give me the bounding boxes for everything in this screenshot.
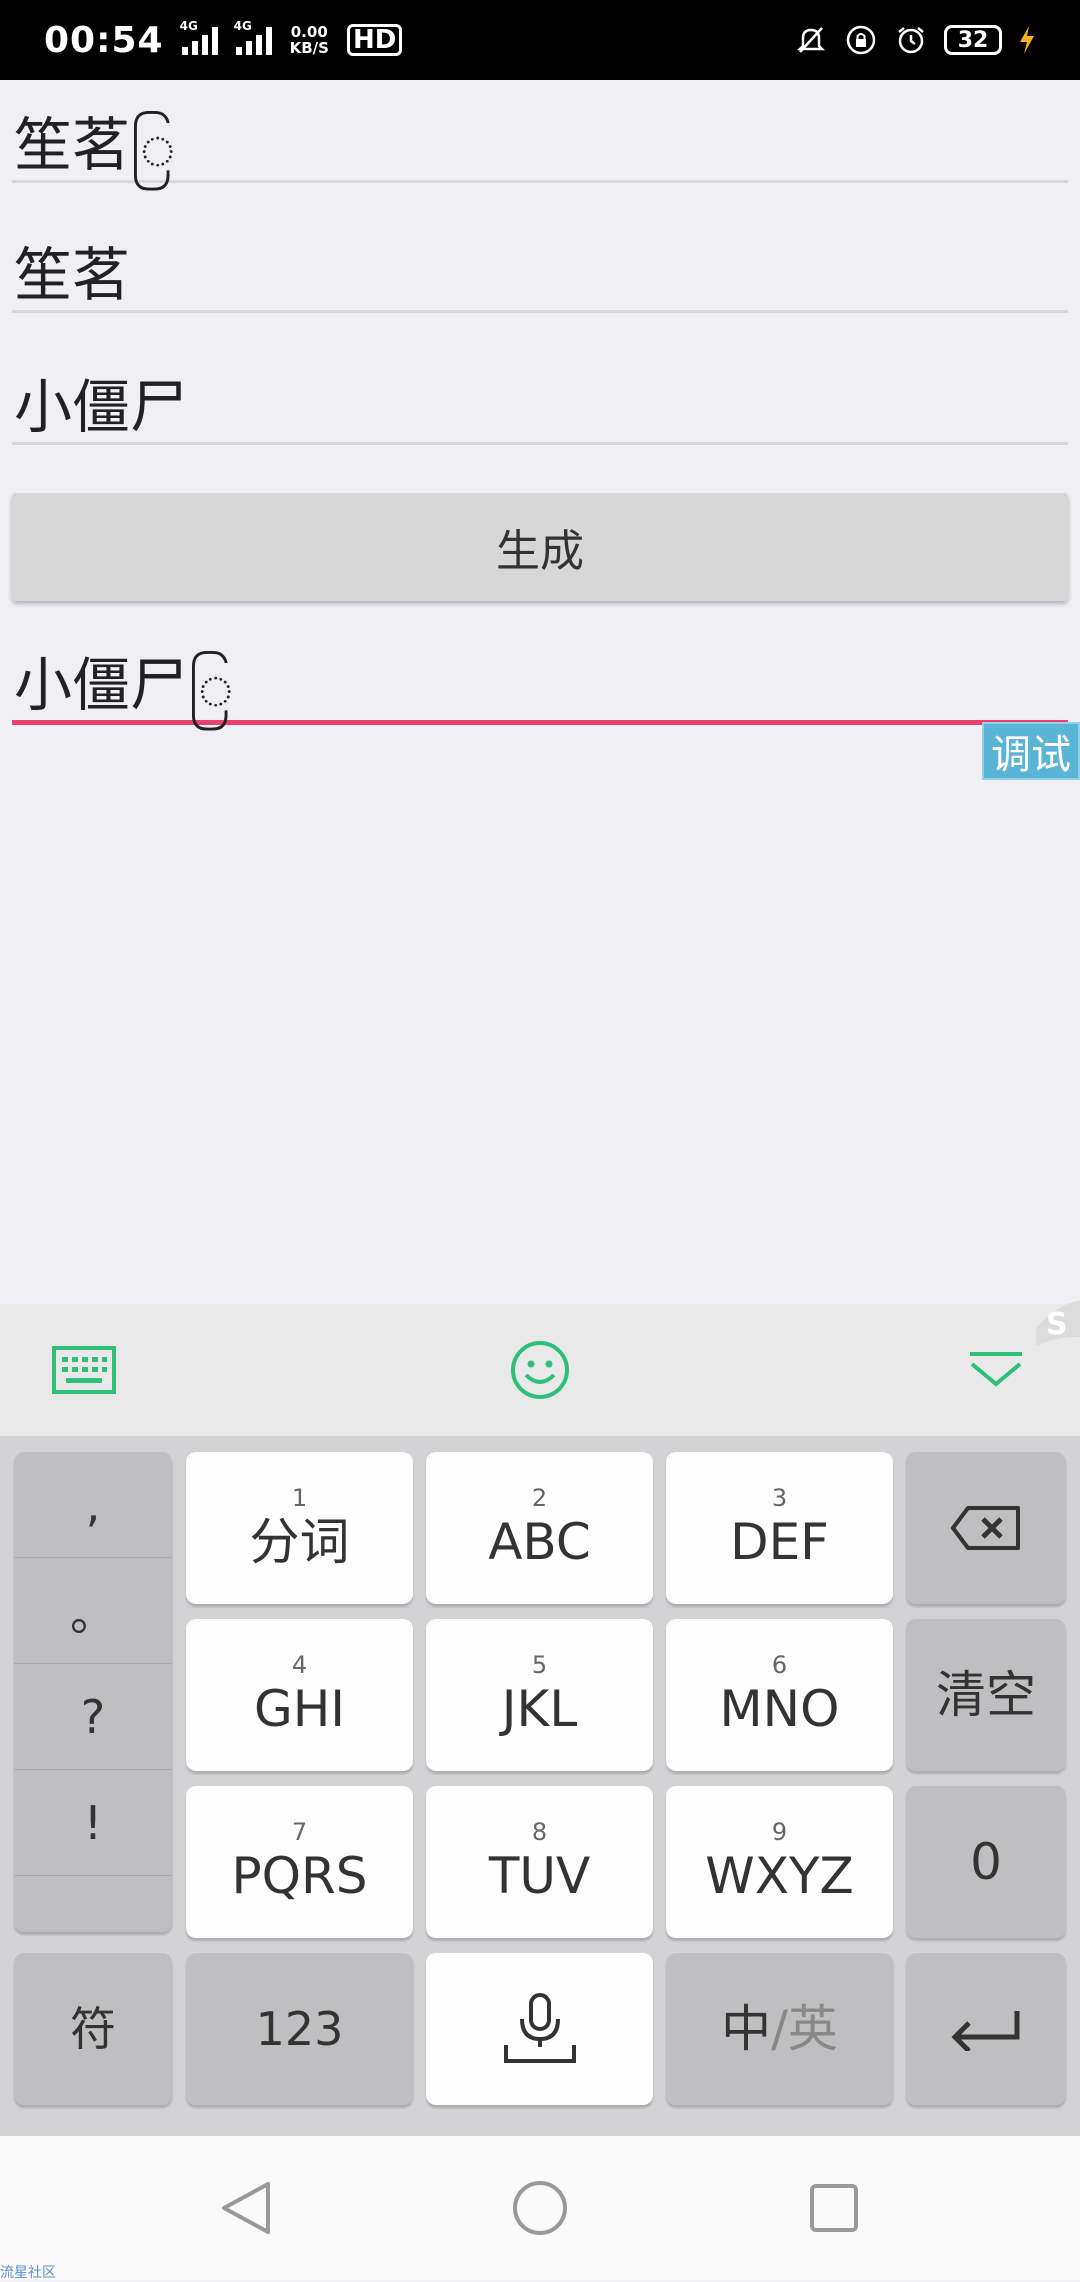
punct-question[interactable]: ? bbox=[14, 1664, 172, 1770]
nav-home-icon[interactable] bbox=[504, 2172, 576, 2244]
input-field-1[interactable]: 笙茗ြ bbox=[12, 110, 1068, 183]
status-left: 00:54 4G 4G 0.00 KB/S HD bbox=[44, 19, 403, 61]
input-field-3[interactable]: 小僵尸 bbox=[12, 372, 1068, 445]
key-5-num: 5 bbox=[531, 1651, 548, 1679]
status-bar: 00:54 4G 4G 0.00 KB/S HD 32 bbox=[0, 0, 1080, 80]
debug-badge[interactable]: 调试 bbox=[982, 722, 1080, 780]
key-6[interactable]: 6 MNO bbox=[666, 1619, 893, 1771]
signal-icon-2: 4G bbox=[234, 19, 272, 55]
key-8-label: TUV bbox=[488, 1847, 591, 1905]
key-1-label: 分词 bbox=[249, 1513, 350, 1571]
key-8[interactable]: 8 TUV bbox=[426, 1786, 653, 1938]
sogou-logo-icon: S bbox=[1032, 1294, 1080, 1348]
key-4-num: 4 bbox=[291, 1651, 308, 1679]
clear-label: 清空 bbox=[936, 1666, 1036, 1724]
speed-value: 0.00 bbox=[290, 23, 328, 41]
key-2-num: 2 bbox=[531, 1484, 548, 1512]
key-3-num: 3 bbox=[771, 1484, 788, 1512]
speed-unit: KB/S bbox=[289, 39, 329, 57]
key-4-label: GHI bbox=[253, 1680, 346, 1738]
key-6-label: MNO bbox=[719, 1680, 840, 1738]
key-5[interactable]: 5 JKL bbox=[426, 1619, 653, 1771]
battery-icon: 32 bbox=[944, 25, 1002, 55]
alarm-icon bbox=[894, 23, 928, 57]
output-field[interactable]: 小僵尸ြ bbox=[12, 650, 1068, 725]
key-6-num: 6 bbox=[771, 1651, 788, 1679]
status-right: 32 bbox=[794, 23, 1036, 57]
key-7[interactable]: 7 PQRS bbox=[186, 1786, 413, 1938]
punct-exclaim[interactable]: ! bbox=[14, 1770, 172, 1876]
input-field-2[interactable]: 笙茗 bbox=[12, 240, 1068, 313]
status-time: 00:54 bbox=[44, 19, 164, 61]
generate-button[interactable]: 生成 bbox=[12, 493, 1068, 601]
key-2-label: ABC bbox=[488, 1513, 591, 1571]
signal-icon-1: 4G bbox=[180, 19, 218, 55]
key-2[interactable]: 2 ABC bbox=[426, 1452, 653, 1604]
key-7-num: 7 bbox=[291, 1818, 308, 1846]
lang-zh: 中 bbox=[721, 2000, 772, 2058]
rotation-lock-icon bbox=[844, 23, 878, 57]
number-switch-label: 123 bbox=[255, 2002, 344, 2056]
key-9[interactable]: 9 WXYZ bbox=[666, 1786, 893, 1938]
bell-off-icon bbox=[794, 23, 828, 57]
key-8-num: 8 bbox=[531, 1818, 548, 1846]
language-switch-label: 中/英 bbox=[721, 1999, 838, 2059]
key-0-label: 0 bbox=[970, 1833, 1002, 1891]
net-label-1: 4G bbox=[179, 19, 198, 33]
main-content: 笙茗ြ 笙茗 小僵尸 生成 小僵尸ြ bbox=[0, 80, 1080, 1304]
punctuation-column[interactable]: , 。 ? ! bbox=[14, 1452, 172, 1932]
net-label-2: 4G bbox=[233, 19, 252, 33]
punct-comma[interactable]: , bbox=[14, 1452, 172, 1558]
key-1-num: 1 bbox=[291, 1484, 308, 1512]
lang-en: 英 bbox=[787, 2000, 838, 2058]
hd-badge: HD bbox=[346, 24, 403, 56]
enter-button[interactable] bbox=[906, 1953, 1066, 2105]
charging-icon bbox=[1018, 23, 1036, 57]
watermark-text: 流星社区 bbox=[0, 2265, 56, 2281]
key-3[interactable]: 3 DEF bbox=[666, 1452, 893, 1604]
keyboard-toolbar: S bbox=[0, 1300, 1080, 1436]
backspace-button[interactable] bbox=[906, 1452, 1066, 1604]
key-0[interactable]: 0 bbox=[906, 1786, 1066, 1938]
backspace-icon bbox=[951, 1506, 1020, 1550]
symbols-button[interactable]: 符 bbox=[14, 1953, 172, 2105]
key-1[interactable]: 1 分词 bbox=[186, 1452, 413, 1604]
number-switch-button[interactable]: 123 bbox=[186, 1953, 413, 2105]
symbols-label: 符 bbox=[70, 2002, 116, 2056]
nav-back-icon[interactable] bbox=[210, 2172, 282, 2244]
language-switch-button[interactable]: 中/英 bbox=[666, 1953, 893, 2105]
navigation-bar bbox=[0, 2136, 1080, 2280]
t9-keyboard: , 。 ? ! 1 分词 2 ABC 3 DEF 4 GHI 5 JKL 6 M… bbox=[0, 1436, 1080, 2136]
emoji-icon[interactable] bbox=[480, 1304, 600, 1436]
key-9-label: WXYZ bbox=[705, 1847, 854, 1905]
nav-recents-icon[interactable] bbox=[798, 2172, 870, 2244]
key-9-num: 9 bbox=[771, 1818, 788, 1846]
lang-sep: / bbox=[771, 2000, 788, 2058]
key-4[interactable]: 4 GHI bbox=[186, 1619, 413, 1771]
network-speed: 0.00 KB/S bbox=[290, 24, 329, 56]
key-7-label: PQRS bbox=[231, 1847, 368, 1905]
voice-input-button[interactable] bbox=[426, 1953, 653, 2105]
key-3-label: DEF bbox=[730, 1513, 829, 1571]
clear-button[interactable]: 清空 bbox=[906, 1619, 1066, 1771]
key-5-label: JKL bbox=[501, 1680, 578, 1738]
enter-icon bbox=[951, 2011, 1020, 2051]
punct-period[interactable]: 。 bbox=[14, 1558, 172, 1664]
keyboard-switch-icon[interactable] bbox=[24, 1304, 144, 1436]
svg-text:S: S bbox=[1046, 1307, 1068, 1342]
microphone-icon bbox=[503, 1993, 576, 2063]
